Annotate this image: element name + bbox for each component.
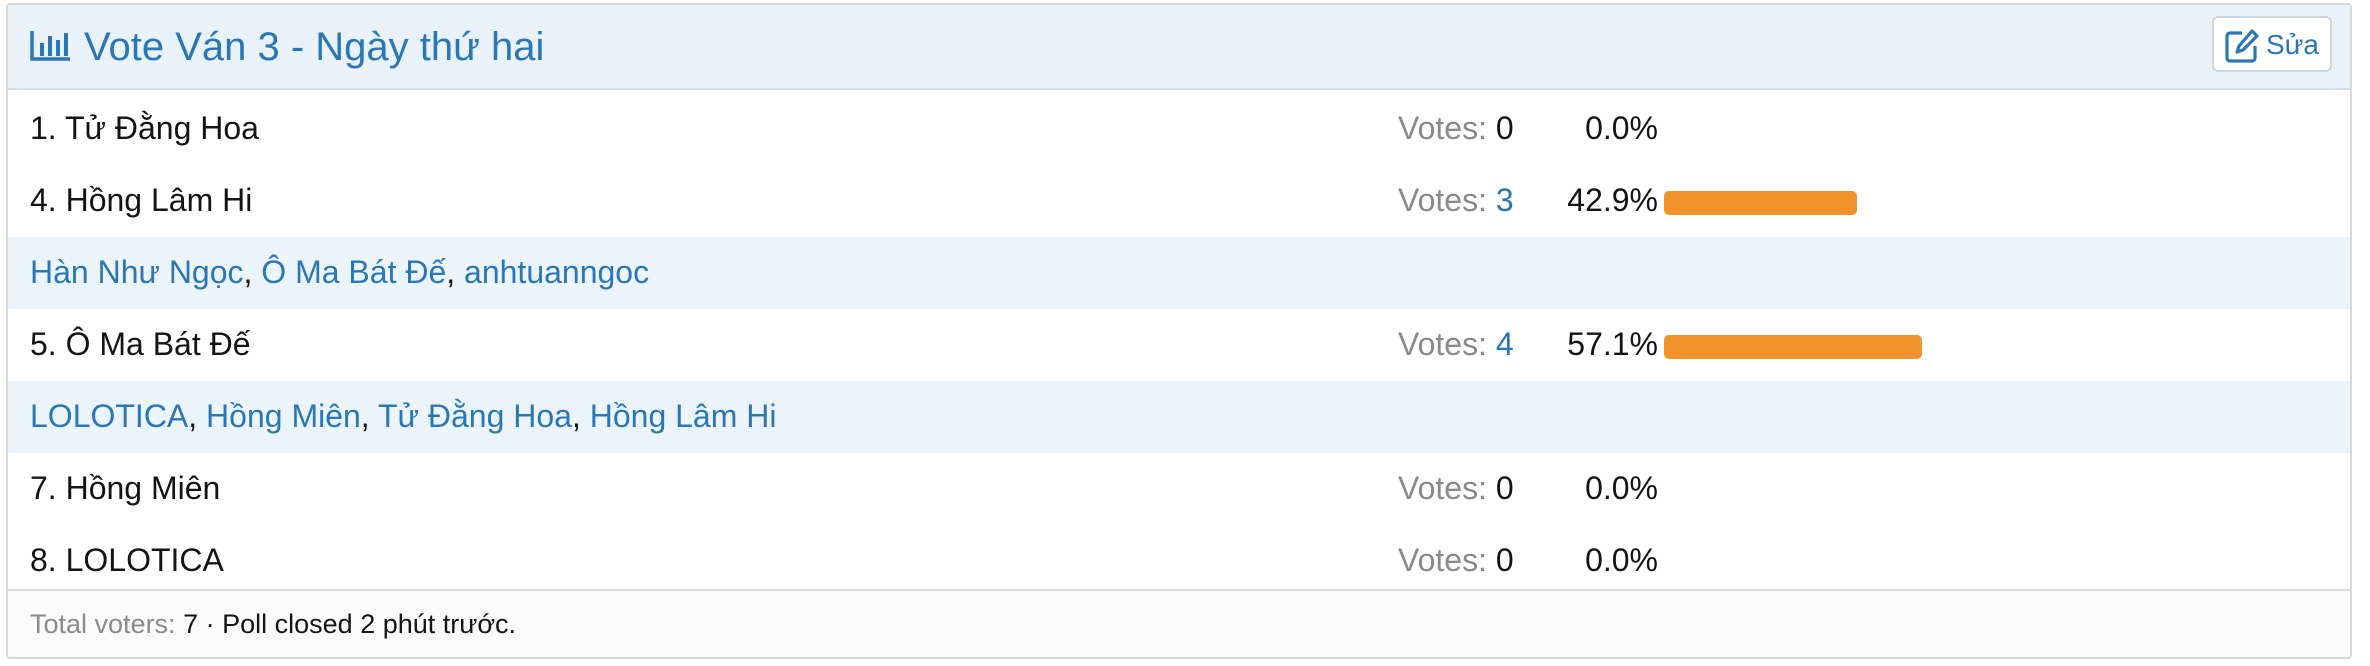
option-label: 4. Hồng Lâm Hi [30, 182, 253, 218]
poll-header: Vote Ván 3 - Ngày thứ hai Sửa [8, 5, 2350, 90]
vote-count-value: 0 [1495, 542, 1514, 578]
option-label: 1. Tử Đằng Hoa [30, 110, 259, 146]
poll-summary: Total voters: 7 · Poll closed 2 phút trư… [30, 607, 516, 641]
edit-button-label: Sửa [2266, 29, 2319, 60]
voter-link[interactable]: Tử Đằng Hoa [378, 398, 572, 434]
poll-option-row: 1. Tử Đằng Hoa Votes: 0 0.0% [8, 93, 2350, 165]
edit-icon [2225, 29, 2259, 63]
option-label: 8. LOLOTICA [30, 542, 224, 578]
option-label: 5. Ô Ma Bát Đế [30, 326, 251, 362]
poll-panel: Vote Ván 3 - Ngày thứ hai Sửa 1. Tử Đằng… [6, 3, 2352, 659]
vote-percentage: 57.1% [1567, 326, 1658, 362]
votes-label: Votes: [1398, 470, 1487, 506]
poll-footer: Total voters: 7 · Poll closed 2 phút trư… [8, 589, 2350, 657]
vote-count: Votes: 0 [1398, 107, 1514, 149]
voter-link[interactable]: Ô Ma Bát Đế [261, 254, 446, 290]
total-voters-label: Total voters: [30, 609, 176, 639]
option-label: 7. Hồng Miên [30, 470, 221, 506]
votes-label: Votes: [1398, 326, 1487, 362]
vote-count: Votes: 0 [1398, 467, 1514, 509]
voter-link[interactable]: Hàn Như Ngọc [30, 254, 244, 290]
voter-list: Hàn Như Ngọc, Ô Ma Bát Đế, anhtuanngoc [30, 254, 650, 290]
voter-list: LOLOTICA, Hồng Miên, Tử Đằng Hoa, Hồng L… [30, 398, 777, 434]
voter-list-row: LOLOTICA, Hồng Miên, Tử Đằng Hoa, Hồng L… [8, 381, 2350, 453]
voter-link[interactable]: LOLOTICA [30, 398, 188, 434]
voter-link[interactable]: Hồng Miên [206, 398, 361, 434]
vote-count-value: 0 [1495, 110, 1514, 146]
poll-option-row: 8. LOLOTICA Votes: 0 0.0% [8, 525, 2350, 597]
vote-percentage: 42.9% [1567, 182, 1658, 218]
vote-count-toggle[interactable]: 4 [1496, 326, 1514, 362]
vote-percentage: 0.0% [1585, 110, 1658, 146]
bar-chart-icon [30, 31, 70, 61]
votes-label: Votes: [1398, 182, 1487, 218]
poll-status: · Poll closed 2 phút trước. [205, 609, 517, 639]
vote-bar [1664, 335, 1922, 359]
votes-label: Votes: [1398, 542, 1487, 578]
poll-option-row: 5. Ô Ma Bát Đế Votes: 4 57.1% [8, 309, 2350, 381]
poll-option-row: 7. Hồng Miên Votes: 0 0.0% [8, 453, 2350, 525]
vote-bar [1664, 191, 1857, 215]
vote-percentage: 0.0% [1585, 542, 1658, 578]
vote-count: Votes: 4 [1398, 323, 1514, 365]
poll-option-row: 4. Hồng Lâm Hi Votes: 3 42.9% [8, 165, 2350, 237]
vote-count: Votes: 0 [1398, 539, 1514, 581]
total-voters-value: 7 [183, 609, 199, 639]
edit-button[interactable]: Sửa [2212, 16, 2332, 72]
poll-title: Vote Ván 3 - Ngày thứ hai [84, 25, 545, 69]
vote-count-value: 0 [1495, 470, 1514, 506]
vote-count: Votes: 3 [1398, 179, 1514, 221]
voter-list-row: Hàn Như Ngọc, Ô Ma Bát Đế, anhtuanngoc [8, 237, 2350, 309]
vote-count-toggle[interactable]: 3 [1496, 182, 1514, 218]
votes-label: Votes: [1398, 110, 1487, 146]
voter-link[interactable]: Hồng Lâm Hi [590, 398, 777, 434]
vote-percentage: 0.0% [1585, 470, 1658, 506]
voter-link[interactable]: anhtuanngoc [464, 254, 649, 290]
